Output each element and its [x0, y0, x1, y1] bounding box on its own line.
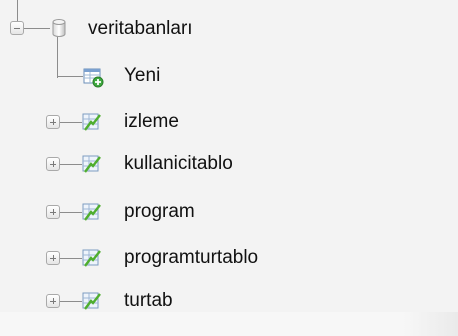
- tree-connector: [60, 122, 82, 123]
- tree-node-label: turtab: [124, 290, 173, 311]
- tree-connector: [24, 28, 50, 29]
- tree-node-table[interactable]: programturtablo: [0, 240, 458, 276]
- expand-toggle[interactable]: [46, 294, 60, 308]
- expand-toggle[interactable]: [46, 157, 60, 171]
- tree-node-label: programturtablo: [124, 247, 259, 268]
- tree-node-label: program: [124, 201, 195, 222]
- tree-node-table[interactable]: kullanicitablo: [0, 146, 458, 182]
- table-structure-icon: [82, 155, 101, 173]
- tree-connector: [60, 301, 82, 302]
- navigation-tree: veritabanları Yeni izleme kullanicitablo…: [0, 0, 458, 312]
- table-structure-icon: [82, 113, 101, 131]
- tree-node-new[interactable]: Yeni: [0, 58, 458, 94]
- table-structure-icon: [82, 249, 101, 267]
- table-structure-icon: [82, 292, 101, 310]
- tree-node-label: veritabanları: [88, 18, 193, 39]
- tree-node-database[interactable]: veritabanları: [0, 12, 458, 48]
- new-table-icon: [83, 68, 104, 88]
- panel-footer: [0, 312, 458, 336]
- expand-toggle[interactable]: [46, 205, 60, 219]
- tree-node-label: kullanicitablo: [124, 153, 233, 174]
- tree-node-label: Yeni: [124, 65, 161, 86]
- tree-connector: [60, 212, 82, 213]
- tree-node-table[interactable]: program: [0, 194, 458, 230]
- collapse-toggle[interactable]: [10, 21, 24, 35]
- table-structure-icon: [82, 203, 101, 221]
- tree-connector: [60, 258, 82, 259]
- database-icon: [52, 19, 66, 37]
- tree-connector: [60, 164, 82, 165]
- tree-connector: [57, 76, 83, 77]
- tree-node-table[interactable]: izleme: [0, 104, 458, 140]
- expand-toggle[interactable]: [46, 251, 60, 265]
- tree-node-label: izleme: [124, 111, 179, 132]
- expand-toggle[interactable]: [46, 115, 60, 129]
